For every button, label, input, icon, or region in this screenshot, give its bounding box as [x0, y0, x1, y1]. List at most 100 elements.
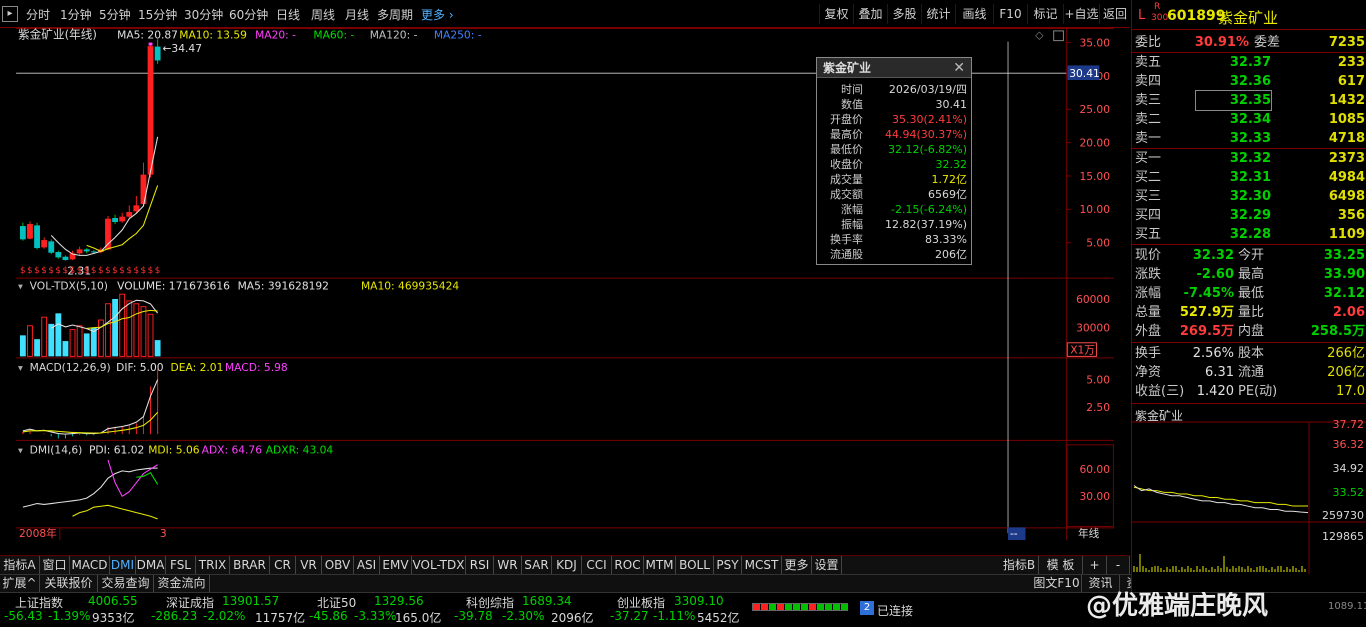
indicator-tab-23[interactable]: MCST	[742, 556, 782, 574]
buy-level-price: 32.31	[1229, 170, 1271, 185]
buy-level-row[interactable]: 买四 32.29 356	[1132, 206, 1366, 225]
period-tab-3[interactable]: 15分钟	[138, 6, 180, 24]
fundamental-value: 1.420	[1196, 384, 1234, 399]
indicator-tab-21[interactable]: BOLL	[676, 556, 714, 574]
buy-level-row[interactable]: 买二 32.31 4984	[1132, 168, 1366, 187]
indicator-right-tab-1[interactable]: 模 板	[1039, 556, 1083, 574]
toolbar-button-7[interactable]: +自选	[1063, 4, 1099, 24]
breadth-segment	[777, 604, 784, 610]
indicator-tab-10[interactable]: OBV	[322, 556, 354, 574]
extension-tab-2[interactable]: 交易查询	[98, 575, 154, 592]
quote-label-2: 最低	[1238, 286, 1265, 301]
period-tab-7[interactable]: 周线	[311, 6, 341, 24]
indicator-tab-25[interactable]: 设置	[812, 556, 842, 574]
extension-tab-0[interactable]: 扩展^	[0, 575, 40, 592]
period-tab-4[interactable]: 30分钟	[184, 6, 226, 24]
indicator-tab-6[interactable]: TRIX	[196, 556, 230, 574]
index-pct: -3.33%	[354, 609, 397, 623]
buy-level-row[interactable]: 买五 32.28 1109	[1132, 225, 1366, 244]
vol-bar-2	[34, 339, 40, 357]
indicator-tab-11[interactable]: ASI	[354, 556, 380, 574]
adx-line	[107, 459, 158, 498]
sell-level-row[interactable]: 卖二 32.34 1085	[1132, 110, 1366, 129]
indicator-tab-2[interactable]: MACD	[70, 556, 110, 574]
indicator-tab-7[interactable]: BRAR	[230, 556, 270, 574]
dmi-title: DMI(14,6)	[30, 444, 83, 457]
popup-row-key: 涨幅	[841, 203, 863, 216]
period-tab-1[interactable]: 1分钟	[60, 6, 96, 24]
vol-ma5-line	[50, 299, 159, 333]
indicator-tab-4[interactable]: DMA	[136, 556, 166, 574]
toolbar-button-3[interactable]: 统计	[921, 4, 955, 24]
indicator-tab-8[interactable]: CR	[270, 556, 296, 574]
mini-axis-label-1: 36.32	[1333, 438, 1365, 451]
indicator-tab-17[interactable]: KDJ	[552, 556, 582, 574]
macd-axis-label-0: 5.00	[1086, 374, 1110, 387]
period-tab-5[interactable]: 60分钟	[229, 6, 271, 24]
buy-level-row[interactable]: 买三 32.30 6498	[1132, 187, 1366, 206]
buy-level-price: 32.29	[1229, 208, 1271, 223]
index-pct: -1.39%	[48, 609, 91, 623]
sell-level-row[interactable]: 卖四 32.36 617	[1132, 72, 1366, 91]
indicator-tab-1[interactable]: 窗口	[40, 556, 70, 574]
indicator-right-tab-3[interactable]: -	[1107, 556, 1130, 574]
period-tab-10[interactable]: 更多 ›	[421, 6, 457, 24]
quote-value-2: 2.06	[1332, 305, 1365, 320]
extension-right-tab-0[interactable]: 图文F10	[1032, 575, 1082, 592]
period-tab-9[interactable]: 多周期	[377, 6, 417, 24]
dmi-axis-label-0: 60.00	[1079, 463, 1110, 476]
quote-value: -7.45%	[1183, 286, 1235, 301]
mini-axis-label-5: 129865	[1322, 530, 1364, 543]
xaxis-start-label: 2008年	[19, 527, 57, 540]
macd-axis-label-1: 2.50	[1086, 401, 1110, 414]
indicator-tab-16[interactable]: SAR	[522, 556, 552, 574]
close-icon[interactable]: ✕	[953, 58, 965, 78]
toolbar-menu-icon[interactable]: ▸	[2, 6, 18, 22]
toolbar-button-0[interactable]: 复权	[819, 4, 853, 24]
sell-level-row[interactable]: 卖三 32.35 1432	[1132, 90, 1366, 111]
indicator-tab-5[interactable]: FSL	[166, 556, 196, 574]
breadth-segment	[833, 604, 840, 610]
toolbar-button-5[interactable]: F10	[993, 4, 1027, 24]
indicator-tab-18[interactable]: CCI	[582, 556, 612, 574]
quote-value: 269.5万	[1179, 324, 1234, 339]
toolbar-button-4[interactable]: 画线	[955, 4, 993, 24]
period-tab-0[interactable]: 分时	[26, 6, 56, 24]
extension-tab-3[interactable]: 资金流向	[154, 575, 210, 592]
indicator-tab-12[interactable]: EMV	[380, 556, 412, 574]
indicator-tab-22[interactable]: PSY	[714, 556, 742, 574]
indicator-tab-0[interactable]: 指标A	[0, 556, 40, 574]
indicator-tab-3[interactable]: DMI	[110, 556, 136, 574]
period-tab-2[interactable]: 5分钟	[99, 6, 135, 24]
period-tab-6[interactable]: 日线	[276, 6, 306, 24]
mini-axis-label-3: 33.52	[1333, 486, 1365, 499]
sell-level-row[interactable]: 卖五 32.37 233	[1132, 53, 1366, 72]
indicator-tab-9[interactable]: VR	[296, 556, 322, 574]
toolbar-button-6[interactable]: 标记	[1027, 4, 1063, 24]
toolbar-button-2[interactable]: 多股	[887, 4, 921, 24]
weibi-row: 委比 30.91% 委差 7235	[1132, 33, 1366, 52]
indicator-tab-24[interactable]: 更多	[782, 556, 812, 574]
high-marker-label: ←34.47	[162, 42, 202, 55]
indicator-tab-15[interactable]: WR	[494, 556, 522, 574]
indicator-right-tab-0[interactable]: 指标B	[1000, 556, 1039, 574]
toolbar-button-8[interactable]: 返回	[1099, 4, 1130, 24]
indicator-tab-20[interactable]: MTM	[644, 556, 676, 574]
index-amount: 165.0亿	[395, 611, 442, 625]
indicator-tab-19[interactable]: ROC	[612, 556, 644, 574]
intraday-mini-chart[interactable]: 紫金矿业 37.72 36.32 34.92 33.52 259730 129865	[1132, 403, 1366, 574]
buy-level-volume: 2373	[1328, 151, 1365, 166]
toolbar-button-1[interactable]: 叠加	[853, 4, 887, 24]
indicator-right-tab-2[interactable]: +	[1083, 556, 1107, 574]
sell-level-price: 32.33	[1229, 131, 1271, 146]
buy-level-row[interactable]: 买一 32.32 2373	[1132, 149, 1366, 168]
indicator-tab-13[interactable]: VOL-TDX	[412, 556, 466, 574]
popup-title: 紫金矿业	[823, 61, 872, 75]
indicator-tab-14[interactable]: RSI	[466, 556, 494, 574]
period-tab-8[interactable]: 月线	[345, 6, 375, 24]
buy-level-price: 32.32	[1229, 151, 1271, 166]
vol-bar-17	[140, 306, 147, 357]
l-tag: L	[1138, 8, 1146, 23]
extension-tab-1[interactable]: 关联报价	[40, 575, 98, 592]
sell-level-row[interactable]: 卖一 32.33 4718	[1132, 129, 1366, 148]
